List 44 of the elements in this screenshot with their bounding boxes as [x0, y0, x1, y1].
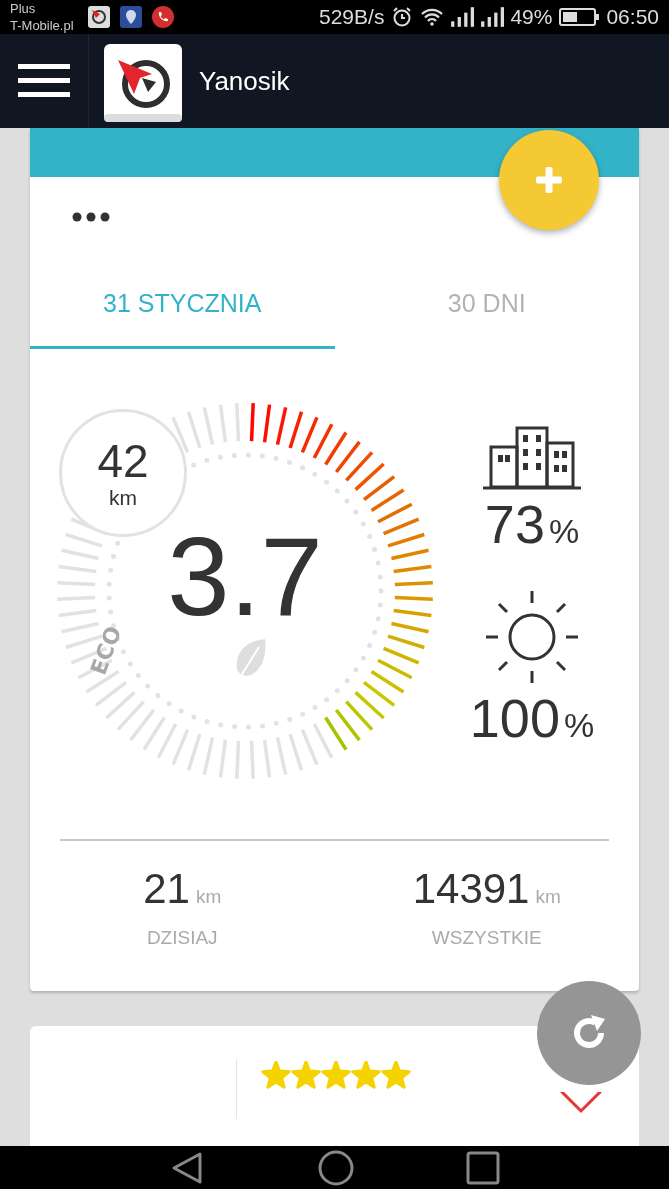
daylight-percent: 100 [469, 687, 560, 749]
star-icon [321, 1061, 351, 1091]
plus-icon [535, 166, 563, 194]
clock-time: 06:50 [606, 5, 659, 29]
network-speed: 529B/s [319, 5, 385, 29]
signal-icon [480, 6, 505, 28]
percent-sign: % [548, 512, 580, 551]
home-icon[interactable] [317, 1149, 354, 1186]
recent-apps-icon[interactable] [465, 1150, 500, 1185]
star-icon [291, 1061, 321, 1091]
city-buildings-icon [483, 425, 581, 491]
carrier-name: T-Mobile.pl [10, 17, 74, 34]
distance-unit: km [109, 487, 137, 508]
stat-unit: km [195, 886, 222, 908]
compass-icon [87, 6, 110, 28]
tab[interactable]: 30 DNI [334, 261, 639, 349]
eco-label: ECO [85, 622, 127, 679]
menu-button[interactable] [18, 64, 70, 98]
add-button[interactable] [499, 130, 599, 230]
star-icon [261, 1061, 291, 1091]
more-icon[interactable] [72, 211, 110, 223]
stat-value: 14391 [412, 865, 530, 913]
carrier-name: Plus [10, 0, 37, 17]
sun-icon [484, 589, 580, 685]
city-percent: 73 [484, 493, 545, 555]
stat-value: 21 [143, 865, 190, 913]
star-icon [381, 1061, 411, 1091]
wifi-icon [420, 6, 445, 28]
star-icon [351, 1061, 381, 1091]
location-icon [119, 6, 142, 28]
distance-value: 42 [97, 438, 149, 484]
battery-icon [558, 7, 601, 27]
tab[interactable]: 31 STYCZNIA [30, 261, 335, 349]
stat-label: DZISIAJ [146, 927, 218, 949]
menu-icon [18, 64, 70, 98]
eco-score: 3.7 [166, 521, 324, 633]
app-title: Yanosik [199, 65, 290, 97]
percent-sign: % [563, 706, 595, 745]
battery-percent: 49% [510, 5, 553, 29]
phone-icon [151, 6, 174, 28]
stat-unit: km [535, 886, 561, 908]
stat-label: WSZYSTKIE [431, 927, 542, 949]
app-logo-icon [104, 44, 182, 122]
signal-icon [450, 6, 475, 28]
